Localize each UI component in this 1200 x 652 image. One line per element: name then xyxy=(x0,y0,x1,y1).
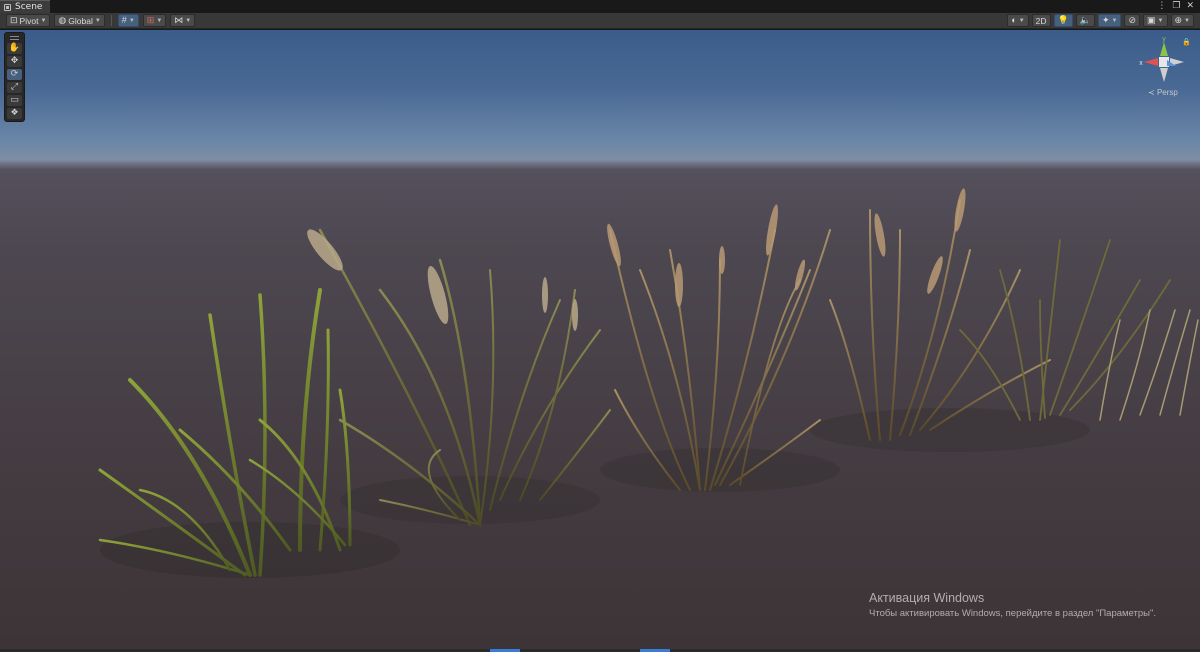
transform-icon: ❖ xyxy=(10,108,19,118)
chevron-down-icon: ▼ xyxy=(94,17,101,24)
snap-icon: ⊞ xyxy=(146,15,155,25)
gizmo-globe-icon: ⊕ xyxy=(1174,15,1183,25)
effects-dropdown[interactable]: ✦ ▼ xyxy=(1097,14,1122,27)
scale-tool-button[interactable]: ⤢ xyxy=(7,82,22,93)
global-label: Global xyxy=(68,15,93,26)
camera-icon: ▣ xyxy=(1147,15,1156,25)
pivot-dropdown[interactable]: ⊡ Pivot ▼ xyxy=(6,14,51,27)
tab-scene-label: Scene xyxy=(15,2,43,12)
window-controls: ⋮ ❐ ✕ xyxy=(1157,0,1200,13)
chevron-down-icon: ▼ xyxy=(40,17,47,24)
pivot-icon: ⊡ xyxy=(10,15,18,25)
rotate-icon: ⟳ xyxy=(10,69,19,79)
chevron-down-icon: ▼ xyxy=(1111,17,1118,24)
global-dropdown[interactable]: ◍ Global ▼ xyxy=(54,14,105,27)
chevron-down-icon: ▼ xyxy=(1157,17,1164,24)
watermark-title: Активация Windows xyxy=(869,591,985,605)
scene-icon xyxy=(4,3,11,11)
hand-icon: ✋ xyxy=(8,43,21,53)
reed-grass-render xyxy=(98,188,1199,578)
gizmos-dropdown[interactable]: ⊕ ▼ xyxy=(1170,14,1194,27)
globe-icon: ◍ xyxy=(58,15,67,25)
pivot-label: Pivot xyxy=(19,15,39,26)
effects-icon: ✦ xyxy=(1101,15,1110,25)
scene-toolbar: ⊡ Pivot ▼ ◍ Global ▼ # ▼ ⊞ ▼ ⋈ ▼ ◐ ▼ 2D … xyxy=(0,13,1200,29)
persp-icon: ≺ xyxy=(1148,88,1155,97)
more-menu-icon[interactable]: ⋮ xyxy=(1157,0,1166,13)
camera-settings-dropdown[interactable]: ▣ ▼ xyxy=(1143,14,1168,27)
rect-icon: ▭ xyxy=(10,95,19,105)
tools-overlay: ✋ ✥ ⟳ ⤢ ▭ ❖ xyxy=(4,32,25,122)
projection-label: Persp xyxy=(1156,88,1178,97)
toolbar-right-group: ◐ ▼ 2D 💡 🔈 ✦ ▼ ⊘ ▣ ▼ ⊕ ▼ xyxy=(1007,14,1194,27)
watermark-subtitle: Чтобы активировать Windows, перейдите в … xyxy=(869,608,1156,619)
shading-icon: ◐ xyxy=(1011,15,1017,25)
mode-2d-label: 2D xyxy=(1035,15,1047,26)
rotate-tool-button[interactable]: ⟳ xyxy=(7,69,22,80)
toolbar-divider xyxy=(110,15,112,26)
hidden-objects-toggle[interactable]: ⊘ xyxy=(1124,14,1141,27)
scale-icon: ⤢ xyxy=(10,82,19,92)
mode-2d-toggle[interactable]: 2D xyxy=(1031,14,1051,27)
projection-toggle[interactable]: ≺ Persp xyxy=(1148,88,1178,97)
chevron-down-icon: ▼ xyxy=(1184,17,1190,24)
axis-y-label: y xyxy=(1162,36,1166,43)
tab-scene[interactable]: Scene xyxy=(0,0,51,13)
axis-x-label: x xyxy=(1139,60,1143,67)
windows-activation-watermark: Активация Windows Чтобы активировать Win… xyxy=(869,591,1156,619)
draw-mode-dropdown[interactable]: ◐ ▼ xyxy=(1007,14,1029,27)
close-icon[interactable]: ✕ xyxy=(1186,0,1194,13)
increment-snap-button[interactable]: ⋈ ▼ xyxy=(170,14,196,27)
grid-icon: # xyxy=(121,15,127,25)
audio-toggle[interactable]: 🔈 xyxy=(1075,14,1095,27)
move-tool-button[interactable]: ✥ xyxy=(7,56,22,67)
increment-icon: ⋈ xyxy=(174,15,184,25)
chevron-down-icon: ▼ xyxy=(1018,17,1025,24)
lock-icon[interactable]: 🔒 xyxy=(1182,38,1191,46)
scene-viewport[interactable]: y x ≺ Persp 🔒 Активация Windows Чтобы ак… xyxy=(0,30,1200,652)
light-bulb-icon: 💡 xyxy=(1057,15,1069,25)
chevron-down-icon: ▼ xyxy=(156,17,163,24)
rect-tool-button[interactable]: ▭ xyxy=(7,95,22,106)
overlay-drag-handle[interactable] xyxy=(10,36,19,40)
grid-snap-toggle[interactable]: # ▼ xyxy=(117,14,139,27)
chevron-down-icon: ▼ xyxy=(128,17,135,24)
chevron-down-icon: ▼ xyxy=(185,17,192,24)
hand-tool-button[interactable]: ✋ xyxy=(7,43,22,54)
move-icon: ✥ xyxy=(10,56,19,66)
audio-icon: 🔈 xyxy=(1079,15,1091,25)
maximize-icon[interactable]: ❐ xyxy=(1172,0,1180,13)
snap-increment-button[interactable]: ⊞ ▼ xyxy=(142,14,167,27)
transform-tool-button[interactable]: ❖ xyxy=(7,108,22,119)
eye-slash-icon: ⊘ xyxy=(1128,15,1137,25)
tab-strip: Scene ⋮ ❐ ✕ xyxy=(0,0,1200,13)
lighting-toggle[interactable]: 💡 xyxy=(1053,14,1073,27)
